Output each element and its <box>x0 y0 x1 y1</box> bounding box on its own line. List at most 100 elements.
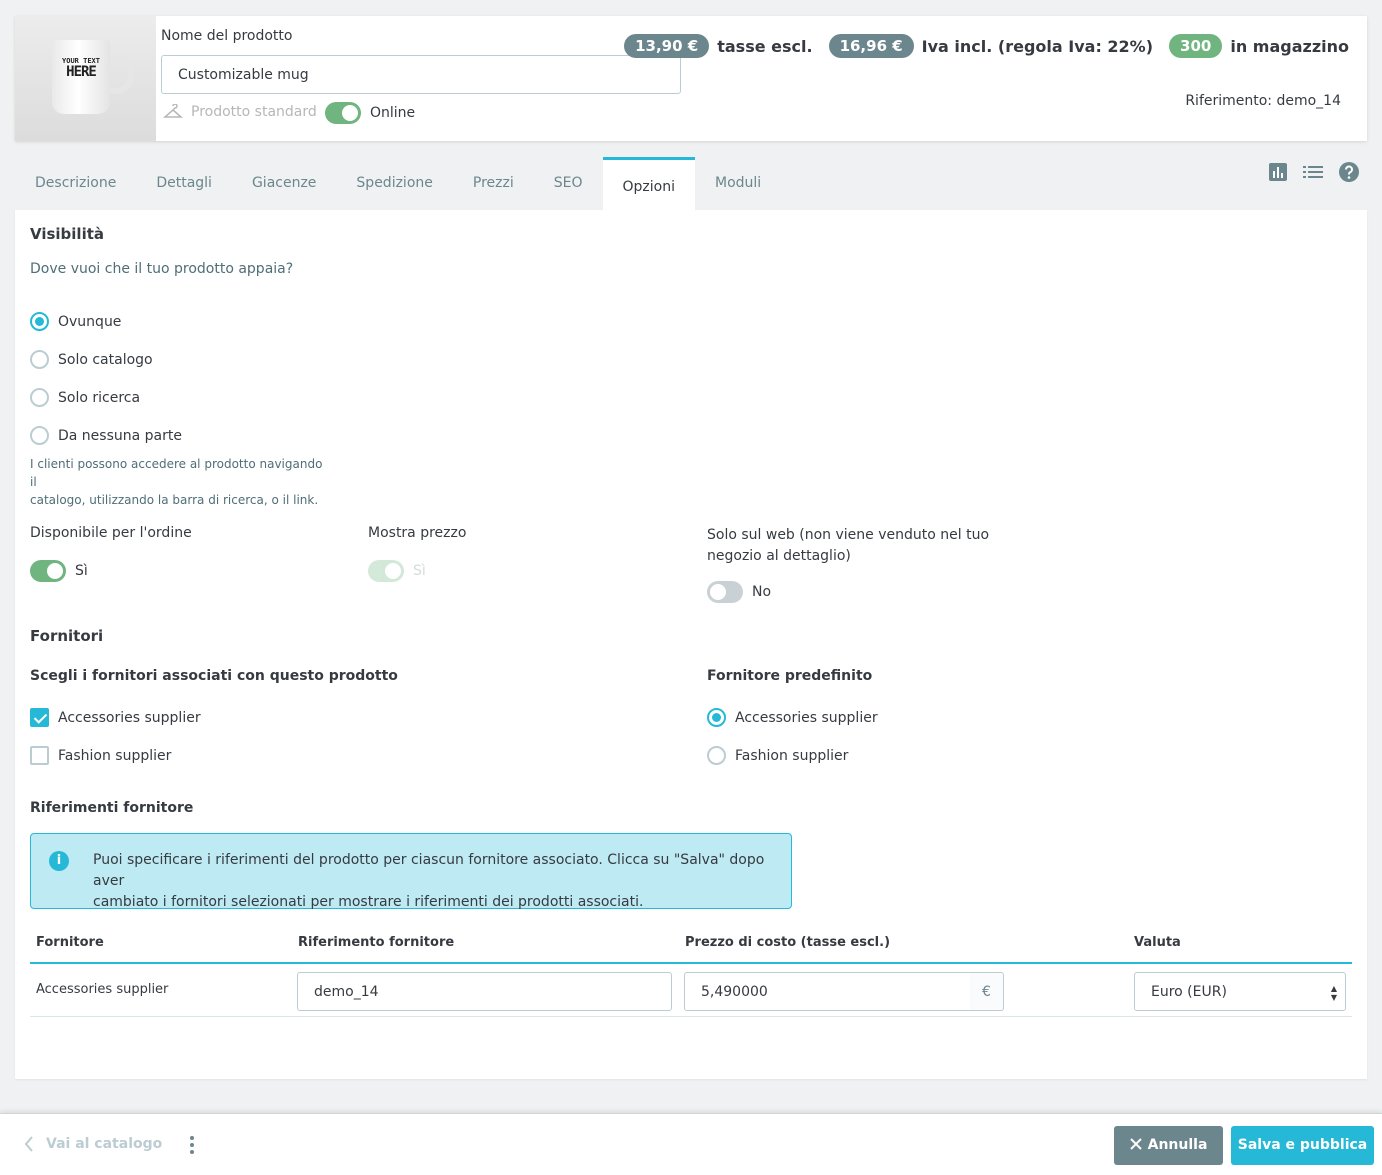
default-supplier-label-text: Fashion supplier <box>735 747 849 764</box>
tab-descrizione[interactable]: Descrizione <box>15 157 136 210</box>
col-header-supplier: Fornitore <box>36 935 104 950</box>
visibility-option-label: Solo catalogo <box>58 351 153 368</box>
cost-price-input[interactable] <box>684 972 971 1011</box>
visibility-option-ricerca[interactable]: Solo ricerca <box>30 388 140 407</box>
online-switch[interactable]: Online <box>325 102 415 124</box>
save-and-publish-button[interactable]: Salva e pubblica <box>1231 1126 1374 1165</box>
supplier-checkbox-accessories[interactable]: Accessories supplier <box>30 708 201 727</box>
show-price-switch: Sì <box>368 560 426 582</box>
available-value: Sì <box>75 563 88 579</box>
currency-select[interactable]: Euro (EUR) ▲ ▼ <box>1134 972 1346 1011</box>
tab-prezzi[interactable]: Prezzi <box>453 157 534 210</box>
visibility-option-catalogo[interactable]: Solo catalogo <box>30 350 153 369</box>
supplier-checkbox-fashion[interactable]: Fashion supplier <box>30 746 171 765</box>
product-name-input[interactable] <box>161 55 681 94</box>
visibility-question: Dove vuoi che il tuo prodotto appaia? <box>30 261 294 277</box>
online-label: Online <box>370 105 416 121</box>
tab-seo[interactable]: SEO <box>534 157 603 210</box>
price-incl-label: Iva incl. (regola Iva: 22%) <box>921 36 1154 56</box>
price-incl-badge: 16,96 € <box>828 34 914 58</box>
info-line1: Puoi specificare i riferimenti del prodo… <box>93 852 765 889</box>
back-to-catalog-label: Vai al catalogo <box>46 1136 163 1152</box>
default-supplier-accessories[interactable]: Accessories supplier <box>707 708 878 727</box>
options-panel: Visibilità Dove vuoi che il tuo prodotto… <box>15 210 1367 1079</box>
radio-checked-icon[interactable] <box>30 312 49 331</box>
tab-moduli[interactable]: Moduli <box>695 157 781 210</box>
suppliers-title: Fornitori <box>30 627 104 645</box>
online-toggle[interactable] <box>325 102 361 124</box>
mug-print: YOUR TEXT HERE <box>52 58 110 80</box>
currency-select-value: Euro (EUR) <box>1151 984 1227 1000</box>
col-header-reference: Riferimento fornitore <box>298 935 455 950</box>
list-icon[interactable] <box>1302 162 1324 182</box>
supplier-references-title: Riferimenti fornitore <box>30 800 194 816</box>
stock-badge: 300 <box>1169 34 1223 58</box>
table-header-divider <box>30 962 1352 964</box>
radio-unchecked-icon[interactable] <box>707 746 726 765</box>
web-only-value: No <box>752 584 772 600</box>
info-line2: cambiato i fornitori selezionati per mos… <box>93 894 644 910</box>
mug-print-line2: HERE <box>66 64 97 80</box>
default-supplier-fashion[interactable]: Fashion supplier <box>707 746 848 765</box>
chevron-left-icon <box>24 1136 33 1152</box>
chart-icon[interactable] <box>1268 162 1288 182</box>
col-header-currency: Valuta <box>1134 935 1181 950</box>
supplier-checkbox-label: Accessories supplier <box>58 709 201 726</box>
web-only-label-line2: negozio al dettaglio) <box>707 548 851 564</box>
show-price-toggle <box>368 560 404 582</box>
tab-dettagli[interactable]: Dettagli <box>136 157 232 210</box>
radio-unchecked-icon[interactable] <box>30 350 49 369</box>
show-price-value: Sì <box>413 563 426 579</box>
visibility-option-ovunque[interactable]: Ovunque <box>30 312 121 331</box>
info-icon: i <box>49 851 69 871</box>
row-supplier-name: Accessories supplier <box>36 982 169 997</box>
currency-addon: € <box>970 972 1004 1011</box>
price-excl-label: tasse escl. <box>717 36 813 56</box>
cancel-label: Annulla <box>1147 1137 1208 1153</box>
radio-unchecked-icon[interactable] <box>30 388 49 407</box>
radio-unchecked-icon[interactable] <box>30 426 49 445</box>
back-to-catalog-link[interactable]: Vai al catalogo <box>24 1136 162 1152</box>
visibility-option-nessuna[interactable]: Da nessuna parte <box>30 426 182 445</box>
radio-checked-icon[interactable] <box>707 708 726 727</box>
supplier-reference-input[interactable] <box>297 972 672 1011</box>
product-thumbnail[interactable]: YOUR TEXT HERE <box>15 16 156 141</box>
col-header-cost: Prezzo di costo (tasse escl.) <box>685 935 891 950</box>
product-type-label: Prodotto standard <box>191 104 317 120</box>
product-reference: Riferimento: demo_14 <box>1185 93 1341 109</box>
visibility-option-label: Da nessuna parte <box>58 427 182 444</box>
product-header: YOUR TEXT HERE Nome del prodotto Prodott… <box>15 16 1367 141</box>
info-alert: i Puoi specificare i riferimenti del pro… <box>30 833 792 910</box>
select-arrows-icon: ▲ ▼ <box>1330 984 1337 1002</box>
available-for-order-switch[interactable]: Sì <box>30 560 88 582</box>
mug-image: YOUR TEXT HERE <box>52 40 110 114</box>
tab-opzioni[interactable]: Opzioni <box>602 157 695 210</box>
suppliers-choose-label: Scegli i fornitori associati con questo … <box>30 668 398 684</box>
header-tools <box>1268 161 1360 183</box>
show-price-label: Mostra prezzo <box>368 525 467 541</box>
visibility-help: I clienti possono accedere al prodotto n… <box>30 455 330 509</box>
footer-bar: Vai al catalogo Annulla Salva e pubblica <box>0 1113 1382 1175</box>
tab-giacenze[interactable]: Giacenze <box>232 157 336 210</box>
visibility-option-label: Solo ricerca <box>58 389 141 406</box>
hanger-icon <box>163 104 183 118</box>
supplier-checkbox-label: Fashion supplier <box>58 747 172 764</box>
help-icon[interactable] <box>1338 161 1360 183</box>
web-only-switch[interactable]: No <box>707 581 771 603</box>
web-only-label-line1: Solo sul web (non viene venduto nel tuo <box>707 527 990 543</box>
checkbox-checked-icon[interactable] <box>30 708 49 727</box>
close-icon <box>1129 1138 1142 1150</box>
available-toggle[interactable] <box>30 560 66 582</box>
stock-label: in magazzino <box>1230 36 1349 56</box>
visibility-help-line2: catalogo, utilizzando la barra di ricerc… <box>30 493 319 507</box>
visibility-option-label: Ovunque <box>58 313 122 330</box>
tab-spedizione[interactable]: Spedizione <box>336 157 452 210</box>
price-summary: 13,90 € tasse escl. 16,96 € Iva incl. (r… <box>624 34 1349 58</box>
more-options-icon[interactable] <box>188 1136 196 1156</box>
cancel-button[interactable]: Annulla <box>1114 1126 1223 1165</box>
product-type-selector[interactable]: Prodotto standard <box>163 104 317 120</box>
web-only-toggle[interactable] <box>707 581 743 603</box>
available-for-order-label: Disponibile per l'ordine <box>30 525 192 541</box>
checkbox-unchecked-icon[interactable] <box>30 746 49 765</box>
table-row-divider <box>30 1016 1352 1017</box>
